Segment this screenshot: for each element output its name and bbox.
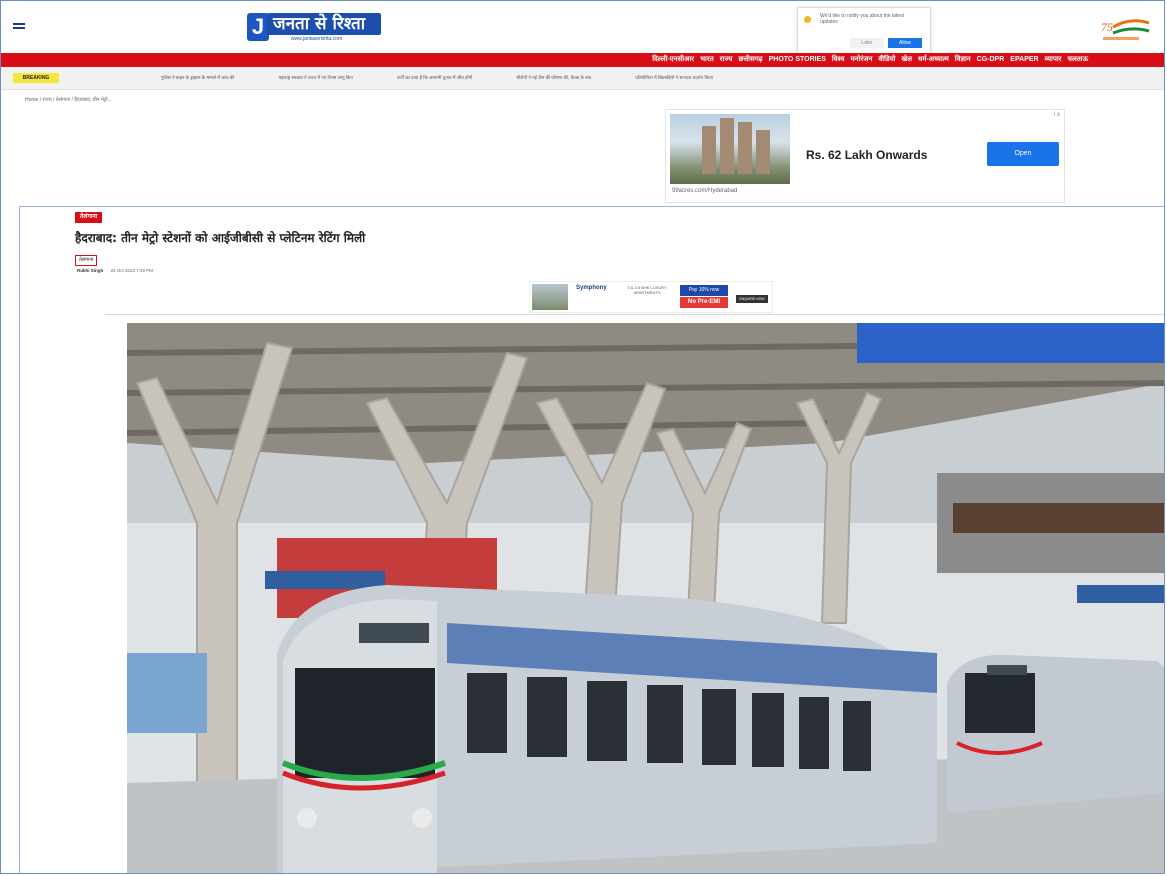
- later-button[interactable]: Later: [850, 38, 884, 48]
- breaking-news-bar: BREAKING पुलिस ने वाहन के ड्राइवर के माम…: [1, 67, 1164, 90]
- browser-page: J जनता से रिश्ता www.jantaserishta.com W…: [0, 0, 1165, 874]
- logo-letter: J: [247, 13, 269, 41]
- ad-open-button[interactable]: Open: [987, 142, 1059, 166]
- nav-item[interactable]: भारत: [700, 54, 714, 65]
- author-name[interactable]: Rukhi Singh: [77, 268, 103, 273]
- ad-info-icon[interactable]: i x: [1054, 112, 1060, 118]
- category-badge[interactable]: तेलंगाना: [75, 212, 103, 223]
- nav-item[interactable]: राज्य: [720, 54, 733, 65]
- banner-ad-text: 3 & 3.5 BHK LUXURY APARTMENTS: [627, 285, 667, 295]
- push-notification-prompt: We'd like to notify you about the latest…: [797, 7, 931, 55]
- site-logo[interactable]: J जनता से रिश्ता www.jantaserishta.com: [247, 9, 381, 43]
- display-ad[interactable]: Rs. 62 Lakh Onwards Open 99acres.com/Hyd…: [665, 109, 1065, 203]
- metro-train: [277, 585, 937, 873]
- nav-item[interactable]: विश्व: [832, 54, 845, 65]
- bell-icon: [804, 16, 811, 23]
- nav-item[interactable]: वीडियो: [878, 54, 895, 65]
- nav-item[interactable]: PHOTO STORIES: [769, 54, 826, 65]
- ad-image: [670, 114, 790, 184]
- nav-item[interactable]: छत्तीसगढ़: [738, 54, 762, 65]
- banner-ad-cta[interactable]: ENQUIRE NOW: [736, 295, 768, 303]
- hamburger-menu-icon[interactable]: [13, 23, 25, 31]
- banner-ad-offer: Pay 10% now: [680, 285, 728, 296]
- azadi-75-logo: 75: [1097, 13, 1153, 47]
- nav-item[interactable]: EPAPER: [1010, 54, 1038, 65]
- nav-item[interactable]: खेल: [901, 54, 911, 65]
- article-hero-image: [127, 323, 1164, 873]
- breaking-ticker[interactable]: पुलिस ने वाहन के ड्राइवर के मामले में जा…: [161, 75, 713, 81]
- content-left-border: [19, 206, 20, 873]
- breadcrumb[interactable]: Home / राज्य / तेलंगाना / हैदराबाद: तीन …: [25, 97, 112, 103]
- nav-item[interactable]: चलताऊ: [1068, 54, 1089, 65]
- banner-ad-brand: Symphony: [576, 285, 607, 291]
- logo-url: www.jantaserishta.com: [291, 36, 343, 42]
- ad-domain: 99acres.com/Hyderabad: [672, 188, 738, 194]
- nav-item[interactable]: दिल्ली-एनसीआर: [652, 54, 694, 65]
- badge-text: 75: [1101, 20, 1113, 34]
- content-divider: [19, 206, 1164, 207]
- ticker-item[interactable]: महाराष्ट्र सरकार ने राज्य में नए नियम ला…: [278, 75, 352, 81]
- banner-ad[interactable]: Symphony 3 & 3.5 BHK LUXURY APARTMENTS P…: [529, 281, 773, 313]
- allow-button[interactable]: Allow: [888, 38, 922, 48]
- publish-date: 26 Oct 2023 7:49 PM: [110, 268, 154, 273]
- ad-headline: Rs. 62 Lakh Onwards: [806, 148, 928, 162]
- banner-ad-image: [532, 284, 568, 310]
- nav-item[interactable]: विज्ञान: [955, 54, 971, 65]
- main-navigation: दिल्ली-एनसीआर भारत राज्य छत्तीसगढ़ PHOTO STO…: [1, 53, 1164, 67]
- article-separator: [105, 314, 1164, 315]
- article-title: हैदराबाद: तीन मेट्रो स्टेशनों को आईजीबीस…: [75, 231, 366, 245]
- notification-message: We'd like to notify you about the latest…: [820, 13, 904, 25]
- nav-item[interactable]: CG-DPR: [977, 54, 1005, 65]
- ticker-item[interactable]: बीजेपी ने नई टीम की घोषणा की, बैठक के बा…: [516, 75, 591, 81]
- nav-item[interactable]: मनोरंजन: [851, 54, 873, 65]
- banner-ad-offer-2: No Pre-EMI: [680, 297, 728, 308]
- logo-name: जनता से रिश्ता: [267, 13, 381, 35]
- nav-item[interactable]: धर्म-अध्यात्म: [918, 54, 949, 65]
- ticker-item[interactable]: प्रतियोगिता में खिलाड़ियों ने शानदार प्र…: [635, 75, 713, 81]
- category-tag[interactable]: तेलंगाना: [75, 255, 98, 266]
- ticker-item[interactable]: पार्टी का दावा है कि आगामी चुनाव में जीत…: [397, 75, 472, 81]
- byline: Rukhi Singh 26 Oct 2023 7:49 PM: [77, 268, 153, 273]
- ticker-item[interactable]: पुलिस ने वाहन के ड्राइवर के मामले में जा…: [161, 75, 234, 81]
- breaking-label: BREAKING: [13, 73, 59, 83]
- nav-item[interactable]: व्यापार: [1045, 54, 1062, 65]
- site-header: J जनता से रिश्ता www.jantaserishta.com W…: [1, 1, 1164, 55]
